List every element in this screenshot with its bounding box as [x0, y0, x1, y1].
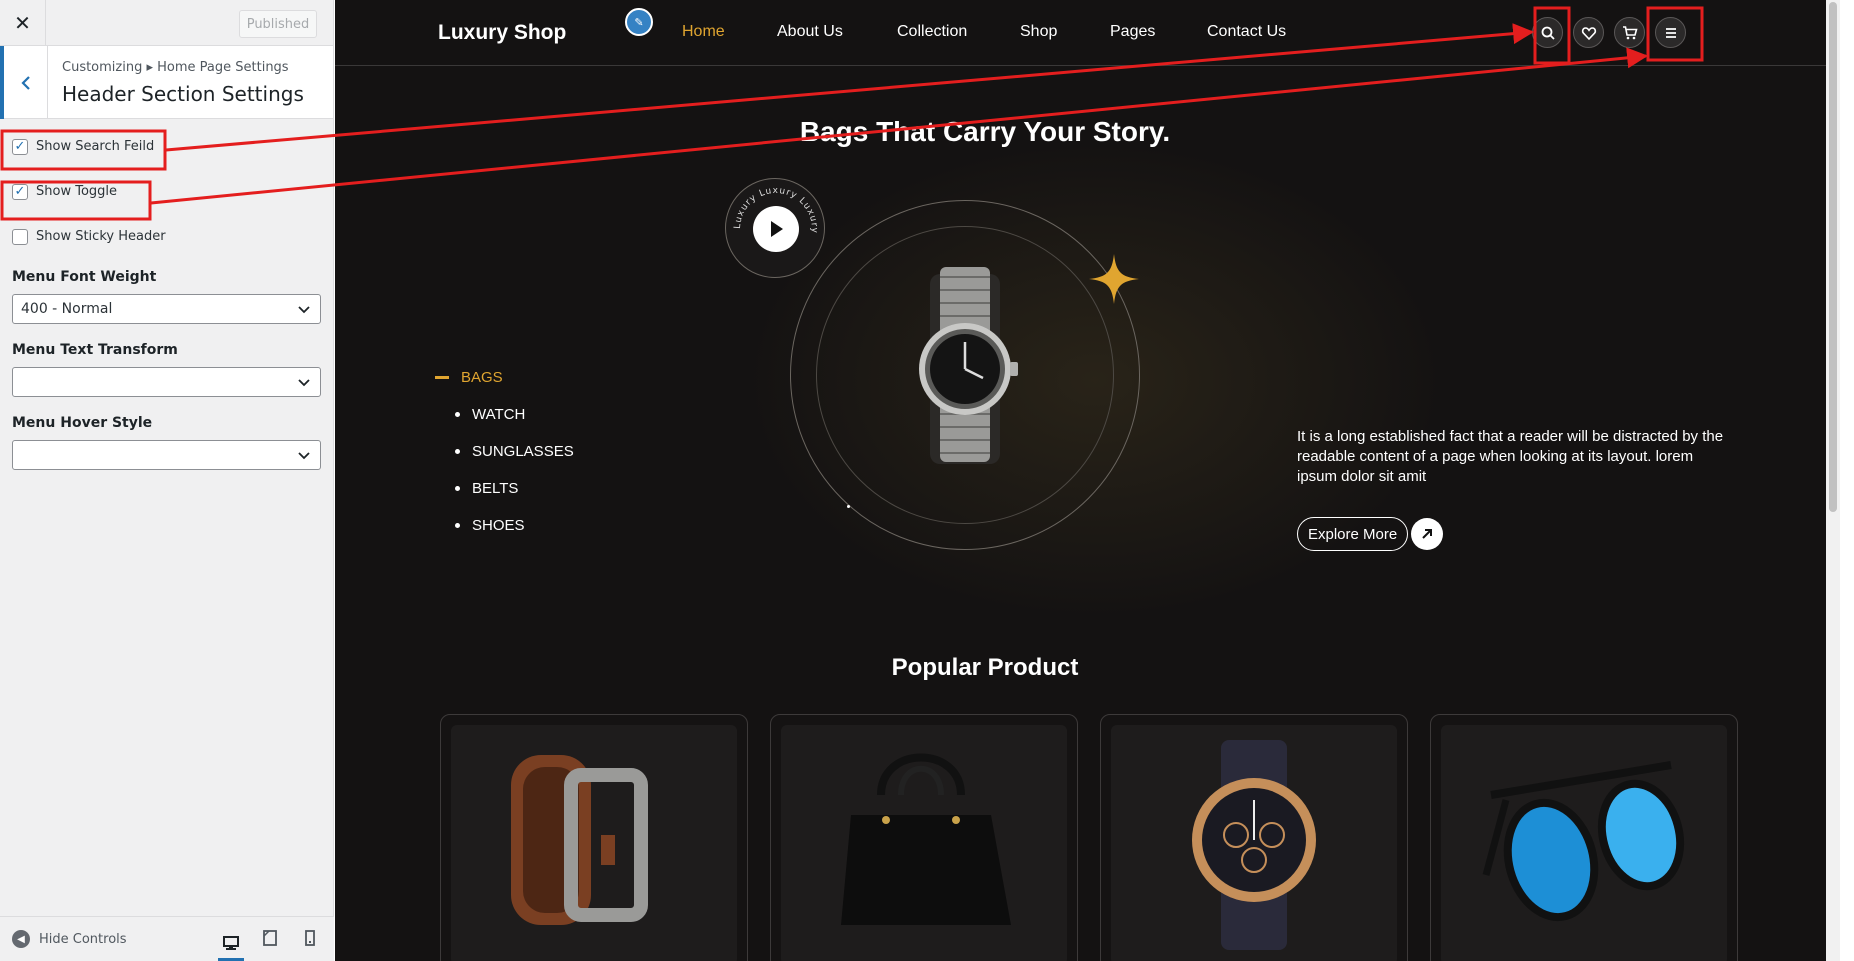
nav-home[interactable]: Home [682, 23, 725, 41]
nav-about-us[interactable]: About Us [777, 23, 843, 41]
heart-icon [1581, 26, 1596, 40]
controls-panel: ✓ Show Search Feild ✓ Show Toggle Show S… [0, 124, 333, 470]
tablet-icon [263, 930, 277, 946]
menu-text-transform-select[interactable] [12, 367, 321, 397]
category-watch[interactable]: WATCH [455, 406, 525, 423]
arrow-up-right-icon [1422, 529, 1432, 539]
site-preview: Luxury Shop ✎ Home About Us Collection S… [335, 0, 1840, 961]
handbag-image [841, 753, 1011, 925]
sparkle-icon [1089, 254, 1139, 304]
category-shoes[interactable]: SHOES [455, 517, 525, 534]
show-sticky-header-row[interactable]: Show Sticky Header [12, 214, 321, 259]
category-label: BAGS [461, 369, 503, 386]
menu-toggle-button[interactable] [1655, 17, 1686, 48]
search-button[interactable] [1532, 17, 1563, 48]
cart-button[interactable] [1614, 17, 1645, 48]
show-search-field-checkbox[interactable]: ✓ [12, 138, 28, 155]
scrollbar-thumb[interactable] [1829, 2, 1837, 512]
nav-shop[interactable]: Shop [1020, 23, 1057, 41]
nav-contact-us[interactable]: Contact Us [1207, 23, 1286, 41]
show-toggle-label: Show Toggle [36, 184, 118, 199]
explore-more-arrow-button[interactable] [1411, 518, 1443, 550]
nav-pages[interactable]: Pages [1110, 23, 1155, 41]
close-customizer-button[interactable]: ✕ [0, 0, 46, 46]
play-icon [771, 221, 783, 237]
product-image [781, 725, 1067, 961]
category-label: SUNGLASSES [472, 443, 574, 460]
mobile-preview-button[interactable] [299, 927, 321, 949]
menu-hover-style-label: Menu Hover Style [12, 415, 153, 431]
tablet-preview-button[interactable] [259, 927, 281, 949]
collapse-arrow-icon: ◀ [12, 930, 30, 948]
wishlist-button[interactable] [1573, 17, 1604, 48]
site-logo[interactable]: Luxury Shop [438, 21, 566, 45]
product-card[interactable] [440, 714, 748, 961]
chevron-down-icon [298, 379, 310, 387]
product-image [451, 725, 737, 961]
category-sunglasses[interactable]: SUNGLASSES [455, 443, 574, 460]
customizer-top-bar: ✕ Published [0, 0, 333, 46]
menu-font-weight-label: Menu Font Weight [12, 269, 157, 285]
chronograph-watch-image [1192, 740, 1316, 950]
chevron-left-icon [20, 75, 30, 90]
product-image [1111, 725, 1397, 961]
product-card[interactable] [1430, 714, 1738, 961]
watch-image [919, 267, 1018, 464]
show-sticky-header-label: Show Sticky Header [36, 229, 166, 244]
belt-image [511, 755, 648, 925]
back-button[interactable] [0, 46, 48, 119]
menu-font-weight-select[interactable]: 400 - Normal [12, 294, 321, 324]
mobile-icon [305, 930, 315, 946]
show-toggle-row[interactable]: ✓ Show Toggle [12, 169, 321, 214]
hamburger-menu-icon [1665, 27, 1676, 38]
hide-controls-button[interactable]: ◀ Hide Controls [12, 930, 127, 948]
hero-description: It is a long established fact that a rea… [1297, 428, 1724, 485]
menu-hover-style-select[interactable] [12, 440, 321, 470]
customizer-sidebar: ✕ Published Customizing ▸ Home Page Sett… [0, 0, 334, 961]
play-video-button[interactable] [753, 206, 799, 252]
search-icon [1541, 26, 1555, 40]
bullet [455, 523, 460, 528]
category-bags[interactable]: BAGS [435, 369, 503, 386]
show-sticky-header-checkbox[interactable] [12, 228, 28, 245]
chevron-down-icon [298, 306, 310, 314]
published-button[interactable]: Published [239, 10, 317, 38]
bullet [455, 486, 460, 491]
breadcrumb: Customizing ▸ Home Page Settings [62, 60, 289, 75]
section-header: Customizing ▸ Home Page Settings Header … [0, 46, 333, 119]
explore-more-button[interactable]: Explore More [1297, 517, 1409, 551]
sunglasses-image [1482, 761, 1685, 922]
cart-icon [1622, 25, 1638, 39]
show-search-field-label: Show Search Feild [36, 139, 155, 154]
customizer-footer: ◀ Hide Controls [0, 916, 334, 961]
edit-shortcut-icon[interactable]: ✎ [625, 8, 653, 36]
show-toggle-checkbox[interactable]: ✓ [12, 183, 28, 200]
product-image [1441, 725, 1727, 961]
hide-controls-label: Hide Controls [39, 931, 127, 947]
chevron-down-icon [298, 452, 310, 460]
popular-product-title: Popular Product [891, 654, 1079, 681]
nav-collection[interactable]: Collection [897, 23, 967, 41]
preview-scrollbar[interactable] [1826, 0, 1840, 961]
close-icon: ✕ [14, 11, 31, 35]
category-label: WATCH [472, 406, 526, 423]
section-title: Header Section Settings [62, 82, 304, 106]
ring-dot [847, 505, 850, 508]
desktop-icon [223, 935, 239, 950]
site-header: Luxury Shop ✎ Home About Us Collection S… [335, 0, 1840, 66]
category-belts[interactable]: BELTS [455, 480, 518, 497]
bullet [455, 449, 460, 454]
bullet [455, 412, 460, 417]
menu-font-weight-value: 400 - Normal [21, 301, 113, 317]
active-indicator [435, 376, 449, 379]
menu-text-transform-label: Menu Text Transform [12, 342, 178, 358]
video-badge: Luxury Luxury Luxury [725, 178, 825, 278]
show-search-field-row[interactable]: ✓ Show Search Feild [12, 124, 321, 169]
desktop-preview-button[interactable] [218, 927, 244, 961]
category-label: BELTS [472, 480, 519, 497]
product-card[interactable] [770, 714, 1078, 961]
category-label: SHOES [472, 517, 525, 534]
hero-title: Bags That Carry Your Story. [799, 116, 1171, 147]
product-card[interactable] [1100, 714, 1408, 961]
